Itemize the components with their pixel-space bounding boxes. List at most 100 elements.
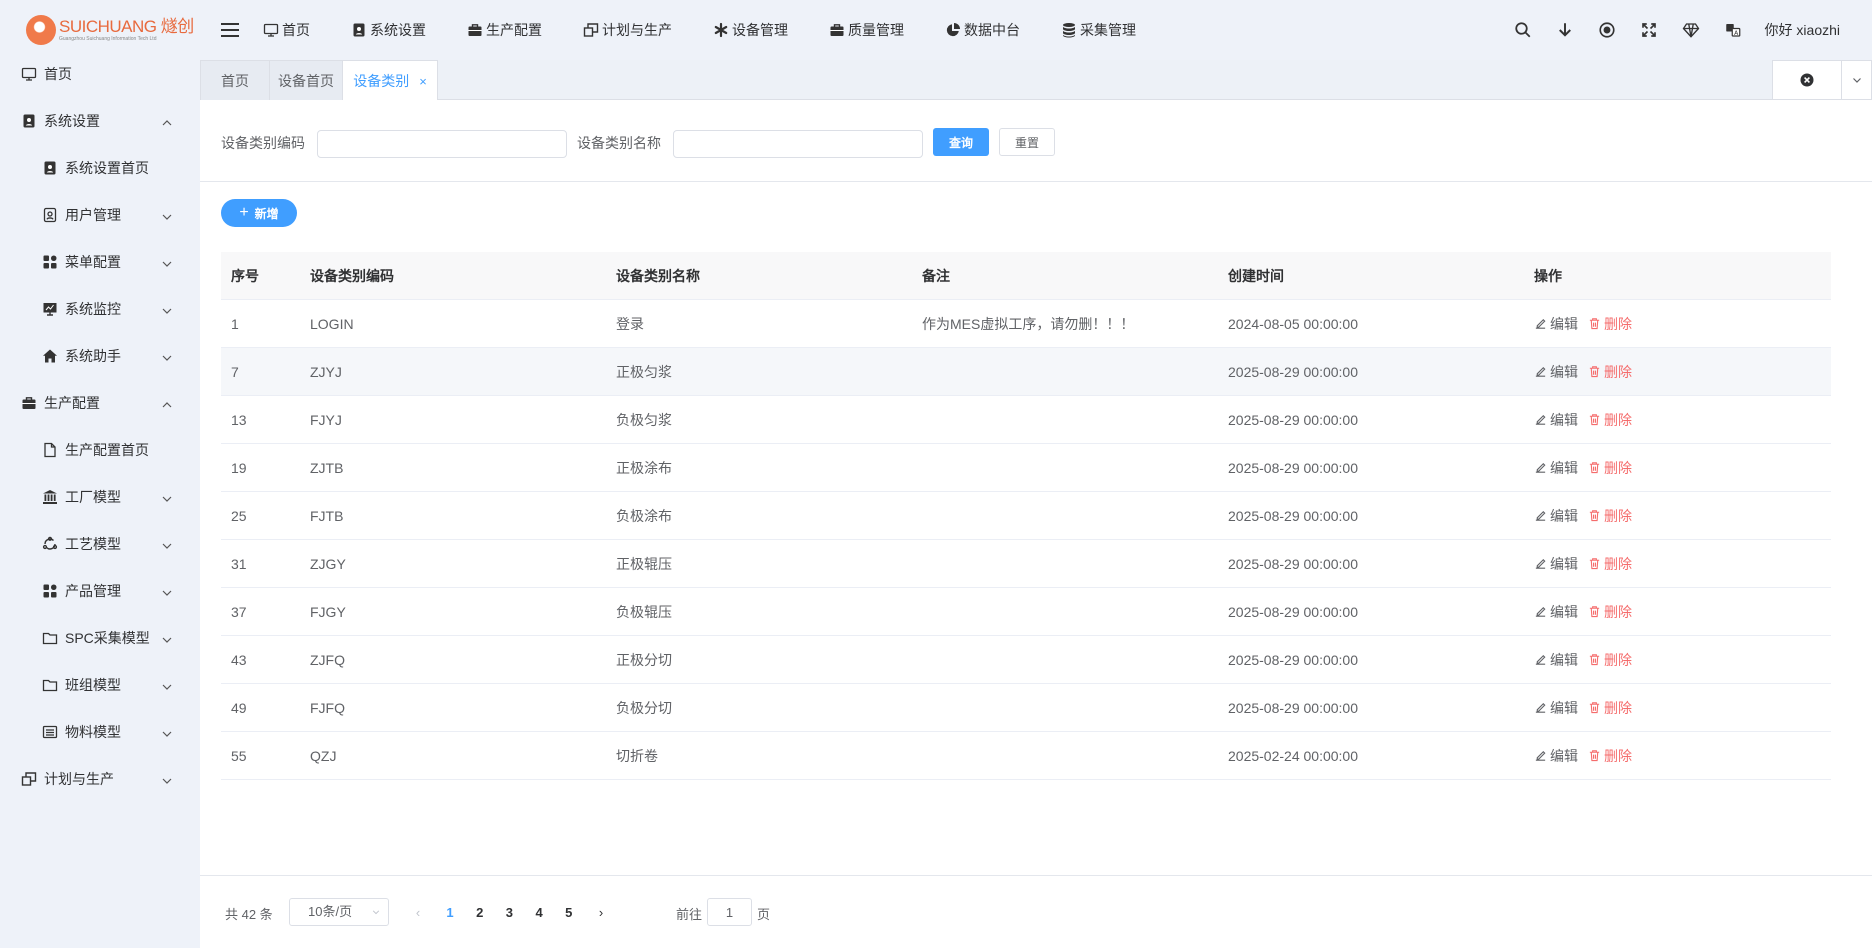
table-row[interactable]: 13 FJYJ 负极匀浆 2025-08-29 00:00:00 编辑 删除 [221,396,1831,444]
next-page-button[interactable]: › [586,898,616,926]
table-row[interactable]: 37 FJGY 负极辊压 2025-08-29 00:00:00 编辑 删除 [221,588,1831,636]
edit-button[interactable]: 编辑 [1534,650,1578,670]
sidebar-item-system-settings[interactable]: 系统设置 [0,101,200,141]
sidebar-item-team-model[interactable]: 班组模型 [0,665,200,705]
page-number[interactable]: 4 [524,898,554,926]
delete-button[interactable]: 删除 [1588,314,1632,334]
close-tabs-icon[interactable] [1773,61,1841,99]
search-icon[interactable] [1513,20,1533,40]
column-header-name[interactable]: 设备类别名称 [606,266,912,286]
briefcase-icon [466,21,484,39]
delete-button[interactable]: 删除 [1588,506,1632,526]
edit-button[interactable]: 编辑 [1534,602,1578,622]
sidebar-item-material-model[interactable]: 物料模型 [0,712,200,752]
delete-button[interactable]: 删除 [1588,458,1632,478]
sidebar-item-label: 系统设置首页 [65,160,149,176]
edit-button[interactable]: 编辑 [1534,698,1578,718]
sidebar-item-product-management[interactable]: 产品管理 [0,571,200,611]
edit-button[interactable]: 编辑 [1534,410,1578,430]
topnav-item-production-config[interactable]: 生产配置 [466,20,542,40]
sidebar-item-production-config[interactable]: 生产配置 [0,383,200,423]
table-row[interactable]: 31 ZJGY 正极辊压 2025-08-29 00:00:00 编辑 删除 [221,540,1831,588]
topnav-item-planning-production[interactable]: 计划与生产 [582,20,672,40]
sidebar-item-process-model[interactable]: 工艺模型 [0,524,200,564]
sidebar-item-system-settings-home[interactable]: 系统设置首页 [0,148,200,188]
topnav-item-equipment-management[interactable]: 设备管理 [712,20,788,40]
page-number[interactable]: 2 [465,898,495,926]
column-header-remark[interactable]: 备注 [912,266,1218,286]
delete-button[interactable]: 删除 [1588,554,1632,574]
edit-button[interactable]: 编辑 [1534,746,1578,766]
table-row[interactable]: 19 ZJTB 正极涂布 2025-08-29 00:00:00 编辑 删除 [221,444,1831,492]
download-icon[interactable] [1555,20,1575,40]
chevron-down-icon [162,585,172,596]
sidebar-item-system-assistant[interactable]: 系统助手 [0,336,200,376]
sidebar-item-system-monitor[interactable]: 系统监控 [0,289,200,329]
search-form: 设备类别编码 设备类别名称 查询 重置 [200,100,1872,182]
translate-icon[interactable]: A [1723,20,1743,40]
tab-equipment-category[interactable]: 设备类别 × [342,60,438,101]
delete-button[interactable]: 删除 [1588,602,1632,622]
sidebar-item-spc-collection-model[interactable]: SPC采集模型 [0,618,200,658]
delete-button[interactable]: 删除 [1588,698,1632,718]
page-number[interactable]: 5 [554,898,584,926]
column-header-created[interactable]: 创建时间 [1218,266,1524,286]
brand-logo[interactable]: SUICHUANG 燧创 Guangzhou Suichuang Informa… [0,0,200,60]
tab-home[interactable]: 首页 [200,60,270,101]
sidebar-item-user-management[interactable]: 用户管理 [0,195,200,235]
sidebar-item-factory-model[interactable]: 工厂模型 [0,477,200,517]
sidebar-item-menu-config[interactable]: 菜单配置 [0,242,200,282]
record-icon[interactable] [1597,20,1617,40]
total-count: 共 42 条 [225,907,273,922]
cell-code: ZJTB [310,459,344,476]
delete-button[interactable]: 删除 [1588,746,1632,766]
tabs-dropdown-icon[interactable] [1841,61,1871,99]
cell-index: 55 [231,747,247,764]
sidebar-item-production-config-home[interactable]: 生产配置首页 [0,430,200,470]
edit-button[interactable]: 编辑 [1534,554,1578,574]
trash-icon [1588,365,1604,378]
page-number[interactable]: 3 [494,898,524,926]
table-row[interactable]: 25 FJTB 负极涂布 2025-08-29 00:00:00 编辑 删除 [221,492,1831,540]
topnav-item-data-center[interactable]: 数据中台 [944,20,1020,40]
table-row[interactable]: 7 ZJYJ 正极匀浆 2025-08-29 00:00:00 编辑 删除 [221,348,1831,396]
edit-button[interactable]: 编辑 [1534,458,1578,478]
cell-actions: 编辑 删除 [1524,458,1831,478]
delete-button[interactable]: 删除 [1588,650,1632,670]
topnav-item-quality-management[interactable]: 质量管理 [828,20,904,40]
goto-page-input[interactable] [707,898,752,926]
table-row[interactable]: 49 FJFQ 负极分切 2025-08-29 00:00:00 编辑 删除 [221,684,1831,732]
cell-created: 2025-08-29 00:00:00 [1228,459,1358,476]
column-header-index[interactable]: 序号 [221,266,300,286]
edit-icon [1534,365,1550,378]
delete-button[interactable]: 删除 [1588,362,1632,382]
reset-button[interactable]: 重置 [999,128,1055,156]
diamond-icon[interactable] [1681,20,1701,40]
user-greeting[interactable]: 你好 xiaozhi [1765,20,1840,40]
topnav-item-collection-management[interactable]: 采集管理 [1060,20,1136,40]
bank-icon [41,488,59,506]
topnav-item-system-settings[interactable]: 系统设置 [350,20,426,40]
prev-page-button[interactable]: ‹ [403,898,433,926]
page-number[interactable]: 1 [435,898,465,926]
add-button[interactable]: + 新增 [221,199,297,227]
page-size-select[interactable]: 10条/页 [289,898,389,926]
edit-button[interactable]: 编辑 [1534,314,1578,334]
sidebar-item-home[interactable]: 首页 [0,60,200,94]
query-button[interactable]: 查询 [933,128,989,156]
topnav-item-home[interactable]: 首页 [262,20,310,40]
tab-equipment-home[interactable]: 设备首页 [269,60,343,101]
edit-button[interactable]: 编辑 [1534,506,1578,526]
edit-button[interactable]: 编辑 [1534,362,1578,382]
code-input[interactable] [317,130,567,158]
sidebar-item-planning-production[interactable]: 计划与生产 [0,759,200,799]
fullscreen-icon[interactable] [1639,20,1659,40]
table-row[interactable]: 43 ZJFQ 正极分切 2025-08-29 00:00:00 编辑 删除 [221,636,1831,684]
menu-toggle-icon[interactable] [220,20,240,40]
table-row[interactable]: 55 QZJ 切折卷 2025-02-24 00:00:00 编辑 删除 [221,732,1831,780]
delete-button[interactable]: 删除 [1588,410,1632,430]
tab-close-icon[interactable]: × [419,74,427,89]
column-header-code[interactable]: 设备类别编码 [300,266,606,286]
name-input[interactable] [673,130,923,158]
table-row[interactable]: 1 LOGIN 登录 作为MES虚拟工序，请勿删！！！ 2024-08-05 00:00… [221,300,1831,348]
